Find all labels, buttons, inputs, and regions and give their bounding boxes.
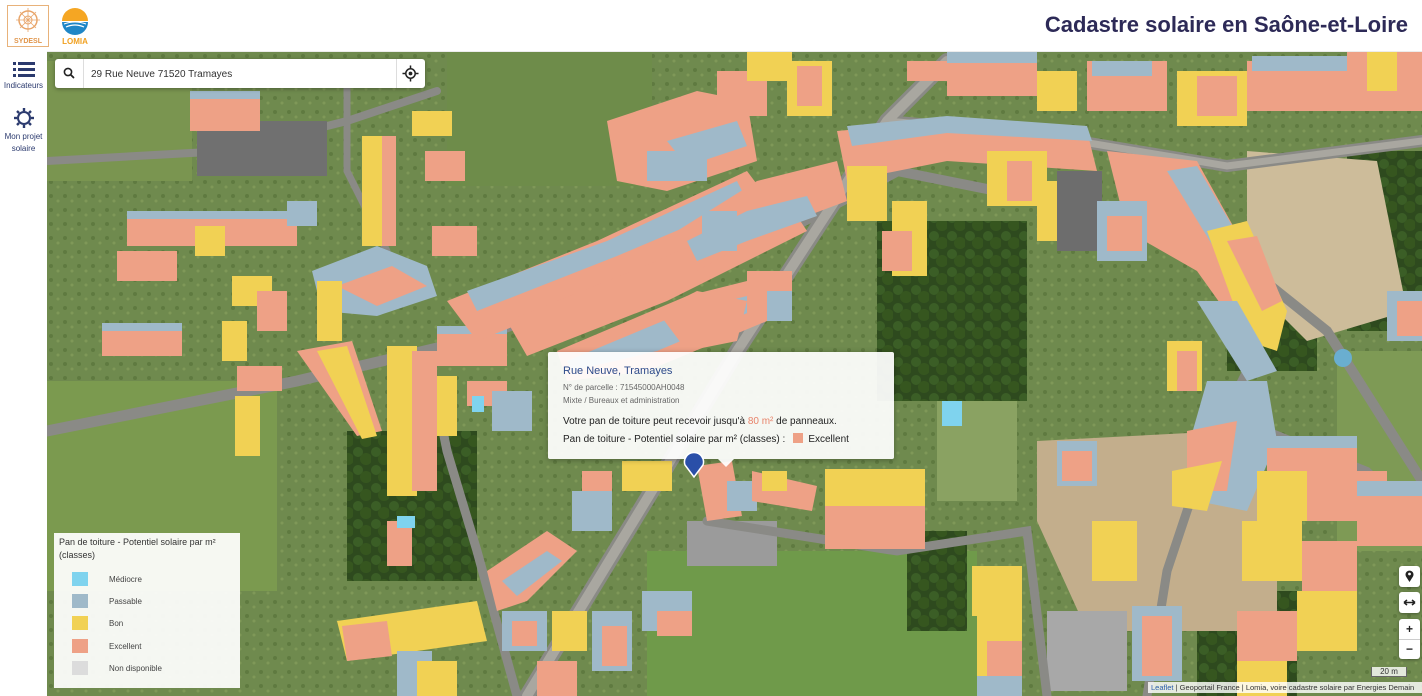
panel-surface-sentence: Votre pan de toiture peut recevoir jusqu… bbox=[563, 416, 837, 427]
sidebar: Indicateurs Mon projet solaire bbox=[0, 51, 47, 696]
legend-swatch bbox=[72, 639, 88, 653]
sydesl-logo[interactable]: SYDESL bbox=[7, 5, 49, 47]
sidebar-item-label: Indicateurs bbox=[3, 81, 44, 90]
leaflet-link[interactable]: Leaflet bbox=[1151, 683, 1174, 692]
sentence-end: de panneaux. bbox=[773, 416, 837, 427]
solar-class-swatch bbox=[793, 433, 804, 443]
solar-class-value: Excellent bbox=[808, 434, 849, 445]
sidebar-item-label: Mon projet solaire bbox=[4, 132, 43, 153]
legend-swatch bbox=[72, 572, 88, 586]
lomia-logo-text: LOMIA bbox=[62, 37, 88, 46]
map-attribution: Leaflet | Geoportail France | Lomia, voi… bbox=[1148, 682, 1422, 693]
legend-title: Pan de toiture - Potentiel solaire par m… bbox=[59, 537, 216, 560]
legend-label: Médiocre bbox=[109, 575, 142, 584]
locate-me-button[interactable] bbox=[1399, 566, 1420, 587]
solar-class-line: Pan de toiture - Potentiel solaire par m… bbox=[563, 433, 849, 445]
sentence-start: Votre pan de toiture peut recevoir jusqu… bbox=[563, 416, 748, 427]
address-search-bar bbox=[55, 59, 425, 88]
search-icon[interactable] bbox=[62, 66, 76, 80]
zoom-out-button[interactable]: − bbox=[1399, 640, 1420, 659]
search-input[interactable] bbox=[89, 63, 393, 86]
solar-class-label: Pan de toiture - Potentiel solaire par m… bbox=[563, 434, 786, 445]
lomia-attribution: Lomia, voire cadastre solaire par Energi… bbox=[1245, 683, 1415, 692]
sidebar-item-mon-projet[interactable]: Mon projet solaire bbox=[0, 107, 47, 155]
legend-swatch bbox=[72, 661, 88, 675]
roof-info-popup: Rue Neuve, Tramayes N° de parcelle : 715… bbox=[548, 352, 894, 467]
geoportail-attribution: Geoportail France bbox=[1179, 683, 1240, 692]
popup-title: Rue Neuve, Tramayes bbox=[563, 365, 673, 377]
parcel-number: N° de parcelle : 71545000AH0048 bbox=[563, 383, 685, 392]
sydesl-logo-text: SYDESL bbox=[13, 38, 42, 45]
legend-label: Non disponible bbox=[109, 664, 162, 673]
legend-swatch bbox=[72, 616, 88, 630]
list-icon bbox=[12, 62, 35, 77]
legend-label: Bon bbox=[109, 619, 124, 628]
legend-label: Passable bbox=[109, 597, 142, 606]
search-divider bbox=[83, 59, 84, 88]
search-divider bbox=[396, 59, 397, 88]
zoom-in-button[interactable]: + bbox=[1399, 619, 1420, 640]
map-pin-icon bbox=[1405, 570, 1414, 582]
sun-emblem-icon bbox=[16, 8, 40, 32]
app-title: Cadastre solaire en Saône-et-Loire bbox=[1044, 12, 1408, 37]
sidebar-item-indicateurs[interactable]: Indicateurs bbox=[0, 61, 47, 90]
measure-arrows-icon bbox=[1403, 599, 1416, 606]
lomia-logo[interactable]: LOMIA bbox=[58, 5, 92, 47]
legend-label: Excellent bbox=[109, 642, 142, 651]
measure-button[interactable] bbox=[1399, 592, 1420, 613]
map-legend: Pan de toiture - Potentiel solaire par m… bbox=[54, 533, 240, 688]
scale-bar: 20 m bbox=[1371, 667, 1407, 677]
panel-surface-value: 80 m² bbox=[747, 416, 774, 427]
globe-icon bbox=[62, 8, 88, 35]
location-marker-icon[interactable] bbox=[683, 452, 705, 478]
gear-icon bbox=[13, 108, 34, 128]
zoom-controls: + − bbox=[1399, 619, 1420, 659]
legend-swatch bbox=[72, 594, 88, 608]
building-usage: Mixte / Bureaux et administration bbox=[563, 396, 680, 405]
app-header: SYDESL LOMIA Cadastre solaire en Saône-e… bbox=[0, 0, 1422, 52]
geolocate-icon[interactable] bbox=[402, 65, 419, 82]
